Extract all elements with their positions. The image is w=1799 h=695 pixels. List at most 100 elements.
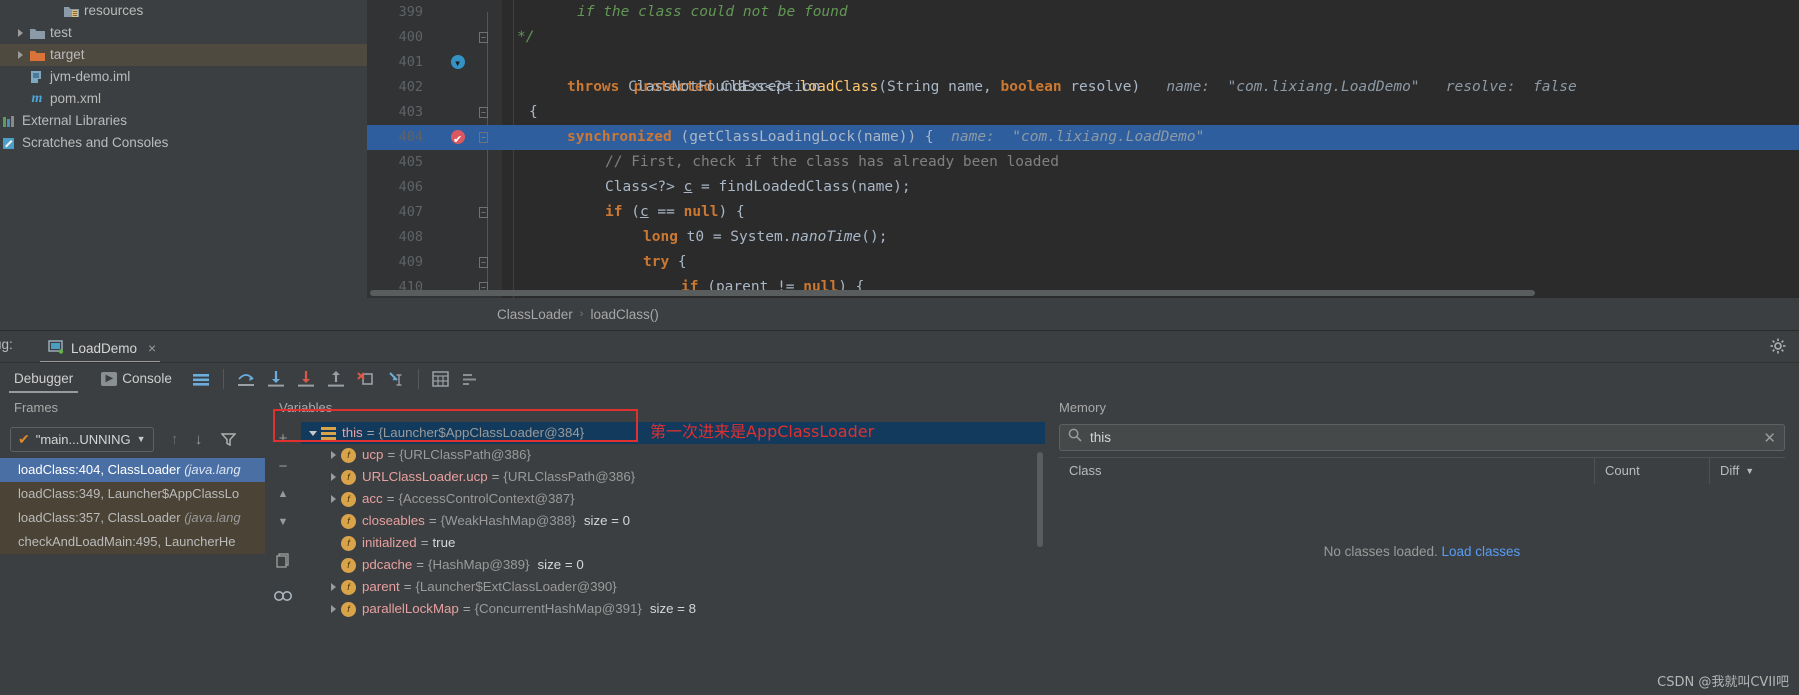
column-header-diff[interactable]: Diff ▼ xyxy=(1710,458,1785,484)
chevron-right-icon[interactable] xyxy=(325,451,341,459)
breadcrumb[interactable]: ClassLoader › loadClass() xyxy=(367,298,1799,330)
editor-code-area[interactable]: 399 if the class could not be found 400 … xyxy=(367,0,1799,320)
tree-item-resources[interactable]: resources xyxy=(0,0,367,22)
tree-item-jvm-demo-iml[interactable]: jvm-demo.iml xyxy=(0,66,367,88)
frames-controls: ✔ "main...UNNING ▼ ↑ ↓ xyxy=(0,422,265,456)
code-line-403: 403 − { xyxy=(367,100,1799,125)
chevron-right-icon[interactable] xyxy=(325,583,341,591)
chevron-right-icon[interactable] xyxy=(325,473,341,481)
frame-row[interactable]: loadClass:357, ClassLoader (java.lang xyxy=(0,506,265,530)
run-to-cursor-marker-icon[interactable] xyxy=(451,51,465,76)
variable-value: {Launcher$AppClassLoader@384} xyxy=(378,425,585,440)
step-over-icon[interactable] xyxy=(231,366,261,392)
variable-row-ucp[interactable]: f ucp = {URLClassPath@386} xyxy=(301,444,1045,466)
memory-search-box[interactable]: ✕ xyxy=(1059,424,1785,451)
frames-panel: Frames ✔ "main...UNNING ▼ ↑ ↓ loadClass:… xyxy=(0,394,265,695)
chevron-right-icon[interactable] xyxy=(325,605,341,613)
fold-start-icon[interactable]: − xyxy=(479,107,488,118)
frame-row[interactable]: checkAndLoadMain:495, LauncherHe xyxy=(0,530,265,554)
variable-value: {URLClassPath@386} xyxy=(503,469,636,484)
copy-icon[interactable] xyxy=(272,550,294,570)
clear-icon[interactable]: ✕ xyxy=(1763,429,1776,447)
inlay-hint: name: "com.lixiang.LoadDemo" xyxy=(951,129,1205,145)
tree-item-test[interactable]: test xyxy=(0,22,367,44)
variable-row-closeables[interactable]: f closeables = {WeakHashMap@388} size = … xyxy=(301,510,1045,532)
tab-debugger[interactable]: Debugger xyxy=(0,363,87,395)
variable-row-initialized[interactable]: f initialized = true xyxy=(301,532,1045,554)
load-classes-link[interactable]: Load classes xyxy=(1442,544,1521,559)
filter-icon[interactable] xyxy=(218,429,240,449)
list-icon xyxy=(321,426,336,440)
tree-item-label: target xyxy=(50,47,85,62)
arrow-up-icon[interactable]: ↑ xyxy=(164,429,186,449)
add-watch-icon[interactable]: + xyxy=(272,428,294,448)
chevron-right-icon[interactable] xyxy=(325,495,341,503)
tree-item-external-libraries[interactable]: External Libraries xyxy=(0,110,367,132)
variable-row-acc[interactable]: f acc = {AccessControlContext@387} xyxy=(301,488,1045,510)
fold-start-icon[interactable]: − xyxy=(479,132,488,143)
tab-console[interactable]: ▶ Console xyxy=(87,363,186,395)
fold-start-icon[interactable]: − xyxy=(479,207,488,218)
frame-row[interactable]: loadClass:349, Launcher$AppClassLo xyxy=(0,482,265,506)
debug-toolbar: Debugger ▶ Console xyxy=(0,362,1799,394)
variables-scrollbar[interactable] xyxy=(1037,452,1043,547)
tree-item-target[interactable]: target xyxy=(0,44,367,66)
inspect-icon[interactable] xyxy=(272,586,294,606)
variable-value: true xyxy=(432,535,456,550)
column-header-count[interactable]: Count xyxy=(1595,458,1710,484)
run-to-cursor-icon[interactable] xyxy=(381,366,411,392)
editor-horizontal-scrollbar[interactable] xyxy=(370,290,1535,296)
arrow-down-icon[interactable]: ↓ xyxy=(188,429,210,449)
variable-row-urlclassloader-ucp[interactable]: f URLClassLoader.ucp = {URLClassPath@386… xyxy=(301,466,1045,488)
tree-item-scratches[interactable]: Scratches and Consoles xyxy=(0,132,367,154)
line-number: 406 xyxy=(398,179,423,195)
search-icon xyxy=(1068,428,1082,447)
drop-frame-icon[interactable] xyxy=(351,366,381,392)
fold-start-icon[interactable]: − xyxy=(479,257,488,268)
chevron-right-icon[interactable] xyxy=(12,29,28,37)
move-down-icon[interactable]: ▼ xyxy=(272,512,294,532)
memory-search-input[interactable] xyxy=(1090,430,1756,445)
breadcrumb-class[interactable]: ClassLoader xyxy=(497,307,573,322)
evaluate-expression-icon[interactable] xyxy=(426,366,456,392)
code-editor[interactable]: 399 if the class could not be found 400 … xyxy=(367,0,1799,330)
debug-session-tab-loaddemo[interactable]: LoadDemo × xyxy=(40,334,164,362)
chevron-right-icon[interactable] xyxy=(12,51,28,59)
debug-session-icon xyxy=(48,339,64,357)
frame-label: loadClass:404, ClassLoader xyxy=(18,462,185,477)
code-comment: if the class could not be found xyxy=(577,4,848,20)
fold-end-icon[interactable]: − xyxy=(479,32,488,43)
variable-size: size = 0 xyxy=(537,557,584,572)
line-number: 401 xyxy=(398,54,423,70)
thread-selector[interactable]: ✔ "main...UNNING ▼ xyxy=(10,426,154,452)
breakpoint-icon[interactable] xyxy=(451,127,465,152)
column-header-class[interactable]: Class xyxy=(1059,458,1595,484)
breadcrumb-method[interactable]: loadClass() xyxy=(590,307,658,322)
line-number: 409 xyxy=(398,254,423,270)
step-into-icon[interactable] xyxy=(261,366,291,392)
tree-item-pom-xml[interactable]: m pom.xml xyxy=(0,88,367,110)
move-up-icon[interactable]: ▲ xyxy=(272,484,294,504)
memory-title: Memory xyxy=(1059,400,1106,415)
field-icon: f xyxy=(341,491,356,507)
field-icon: f xyxy=(341,469,356,485)
tree-item-label: pom.xml xyxy=(50,91,102,106)
chevron-down-icon[interactable]: ▼ xyxy=(1745,458,1754,484)
variable-row-pdcache[interactable]: f pdcache = {HashMap@389} size = 0 xyxy=(301,554,1045,576)
step-out-icon[interactable] xyxy=(321,366,351,392)
remove-watch-icon[interactable]: − xyxy=(272,456,294,476)
memory-empty-message: No classes loaded. Load classes xyxy=(1059,484,1785,559)
frames-list[interactable]: loadClass:404, ClassLoader (java.lang lo… xyxy=(0,458,265,554)
variable-row-parent[interactable]: f parent = {Launcher$ExtClassLoader@390} xyxy=(301,576,1045,598)
variable-name: URLClassLoader.ucp xyxy=(362,469,488,484)
project-tree-panel: resources test target jvm-demo.iml m pom… xyxy=(0,0,367,330)
close-icon[interactable]: × xyxy=(148,340,156,356)
variables-tree[interactable]: this = {Launcher$AppClassLoader@384} f u… xyxy=(301,422,1045,620)
force-step-into-icon[interactable] xyxy=(291,366,321,392)
sort-variables-icon[interactable] xyxy=(456,366,486,392)
layout-settings-icon[interactable] xyxy=(186,366,216,392)
chevron-down-icon[interactable] xyxy=(305,430,321,436)
settings-gear-icon[interactable] xyxy=(1769,337,1787,355)
variable-row-parallellockmap[interactable]: f parallelLockMap = {ConcurrentHashMap@3… xyxy=(301,598,1045,620)
frame-row[interactable]: loadClass:404, ClassLoader (java.lang xyxy=(0,458,265,482)
